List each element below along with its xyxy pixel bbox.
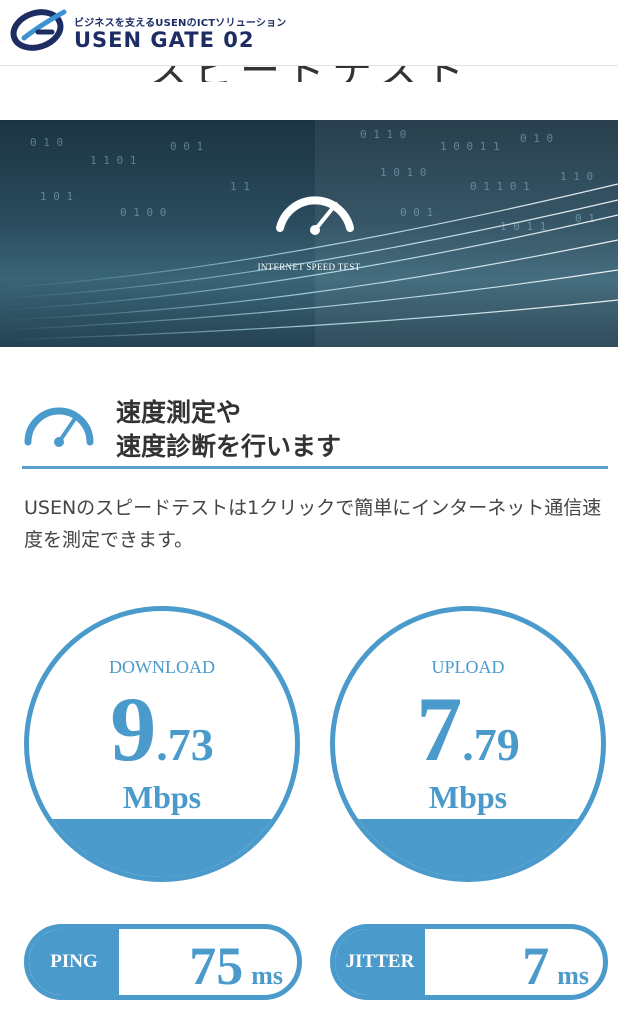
- hero-caption: INTERNET SPEED TEST: [257, 262, 361, 272]
- upload-value: 7.79: [335, 683, 601, 775]
- svg-text:1 0 1 0: 1 0 1 0: [380, 166, 426, 179]
- svg-text:0 1 1 0: 0 1 1 0: [360, 128, 406, 141]
- download-result: DOWNLOAD 9.73 Mbps: [24, 606, 300, 882]
- page-title: スピードテスト: [0, 66, 618, 82]
- jitter-value: 7 ms: [522, 929, 589, 995]
- svg-text:0 1 0: 0 1 0: [30, 136, 63, 149]
- ping-unit: ms: [251, 961, 283, 990]
- download-gauge-fill: [29, 819, 295, 877]
- section-title-line2: 速度診断を行います: [116, 432, 342, 461]
- svg-text:0 1 0: 0 1 0: [520, 132, 553, 145]
- section-title: 速度測定や 速度診断を行います: [116, 396, 341, 464]
- section-title-line1: 速度測定や: [116, 398, 242, 427]
- usen-gate-logo[interactable]: ビジネスを支えるUSENのICTソリューション USEN GATE 02: [10, 8, 286, 58]
- download-value: 9.73: [29, 683, 295, 775]
- svg-text:1 0 1 1: 1 0 1 1: [500, 220, 546, 233]
- page-title-clip: スピードテスト: [0, 66, 618, 82]
- upload-value-dec: .79: [462, 719, 520, 770]
- svg-text:0 0 1: 0 0 1: [400, 206, 433, 219]
- section-divider: [22, 466, 608, 469]
- speedometer-icon: [276, 196, 354, 235]
- upload-unit: Mbps: [428, 779, 508, 815]
- logo-brand-name: USEN GATE 02: [74, 28, 255, 52]
- download-value-int: 9: [110, 678, 157, 780]
- svg-text:1 1: 1 1: [230, 180, 250, 193]
- speedometer-icon: [24, 407, 94, 447]
- ping-value-number: 75: [189, 936, 244, 996]
- upload-label: UPLOAD: [431, 657, 505, 677]
- upload-gauge-fill: [335, 819, 601, 877]
- download-unit: Mbps: [122, 779, 202, 815]
- svg-text:1 0 1: 1 0 1: [40, 190, 73, 203]
- svg-text:1 1 0: 1 1 0: [560, 170, 593, 183]
- jitter-result: JITTER 7 ms: [330, 924, 608, 1000]
- section-heading: 速度測定や 速度診断を行います: [22, 392, 608, 472]
- download-value-dec: .73: [156, 719, 214, 770]
- logo-tagline: ビジネスを支えるUSENのICTソリューション: [74, 18, 287, 29]
- hero-banner: 0 1 1 0 1 0 0 1 1 0 1 0 1 0 1 0 0 1 1 0 1 1 …: [0, 120, 618, 347]
- upload-result: UPLOAD 7.79 Mbps: [330, 606, 606, 882]
- jitter-label: JITTER: [335, 929, 425, 995]
- jitter-value-number: 7: [522, 936, 550, 996]
- ping-label: PING: [29, 929, 119, 995]
- upload-value-int: 7: [416, 678, 463, 780]
- logo-mark-icon: [10, 9, 67, 51]
- svg-text:0 1 0 0: 0 1 0 0: [120, 206, 166, 219]
- download-label: DOWNLOAD: [109, 657, 215, 677]
- svg-text:1 1 0 1: 1 1 0 1: [90, 154, 136, 167]
- ping-result: PING 75 ms: [24, 924, 302, 1000]
- svg-text:1 0 0 1 1: 1 0 0 1 1: [440, 140, 500, 153]
- svg-text:0 0 1: 0 0 1: [170, 140, 203, 153]
- ping-value: 75 ms: [189, 929, 283, 995]
- site-header: ビジネスを支えるUSENのICTソリューション USEN GATE 02: [0, 0, 618, 66]
- lead-text: USENのスピードテストは1クリックで簡単にインターネット通信速度を測定できます…: [24, 497, 602, 551]
- jitter-unit: ms: [557, 961, 589, 990]
- svg-text:0 1 1 0 1: 0 1 1 0 1: [470, 180, 530, 193]
